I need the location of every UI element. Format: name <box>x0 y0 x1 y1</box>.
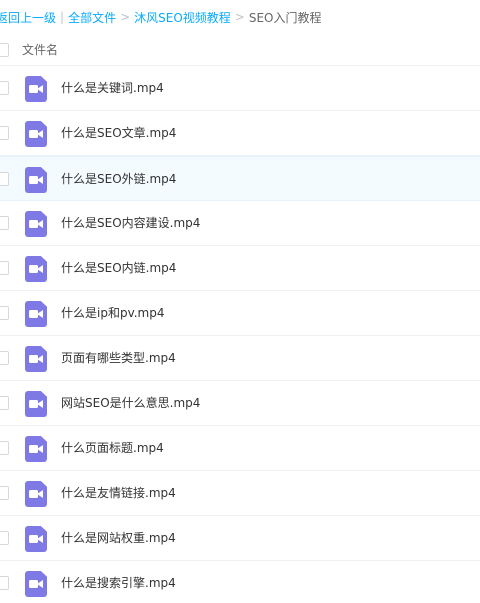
file-name[interactable]: 什么页面标题.mp4 <box>61 426 164 471</box>
select-all-checkbox[interactable] <box>0 42 9 57</box>
file-name[interactable]: 什么是SEO外链.mp4 <box>61 157 176 202</box>
file-name[interactable]: 什么是网站权重.mp4 <box>61 516 176 561</box>
file-row[interactable]: 什么是SEO内链.mp4 <box>0 246 480 291</box>
breadcrumb-divider: | <box>60 10 65 24</box>
file-row[interactable]: 什么是网站权重.mp4 <box>0 516 480 561</box>
video-file-icon <box>25 526 47 552</box>
file-name[interactable]: 什么是关键词.mp4 <box>61 66 164 111</box>
file-name[interactable]: 什么是SEO内容建设.mp4 <box>61 201 200 246</box>
filename-column-header[interactable]: 文件名 <box>22 41 58 58</box>
breadcrumb: 返回上一级 | 全部文件 > 沐风SEO视频教程 > SEO入门教程 <box>0 0 322 34</box>
file-checkbox[interactable] <box>0 216 9 230</box>
file-row[interactable]: 页面有哪些类型.mp4 <box>0 336 480 381</box>
file-row[interactable]: 什么是关键词.mp4 <box>0 66 480 111</box>
file-checkbox[interactable] <box>0 126 9 140</box>
breadcrumb-folder-link[interactable]: 沐风SEO视频教程 <box>134 9 231 26</box>
video-file-icon <box>25 256 47 282</box>
video-file-icon <box>25 346 47 372</box>
file-browser: 返回上一级 | 全部文件 > 沐风SEO视频教程 > SEO入门教程 文件名 什… <box>0 0 480 603</box>
breadcrumb-arrow: > <box>234 10 245 24</box>
file-checkbox[interactable] <box>0 351 9 365</box>
video-file-icon <box>25 481 47 507</box>
file-checkbox[interactable] <box>0 306 9 320</box>
video-file-icon <box>25 571 47 597</box>
file-row[interactable]: 什么是搜索引擎.mp4 <box>0 561 480 603</box>
file-list: 什么是关键词.mp4 什么是SEO文章.mp4 什么是SEO外链.mp4 什么是SEO… <box>0 66 480 603</box>
file-row[interactable]: 什么页面标题.mp4 <box>0 426 480 471</box>
file-name[interactable]: 什么是SEO内链.mp4 <box>61 246 176 291</box>
video-file-icon <box>25 301 47 327</box>
list-header: 文件名 <box>0 34 480 66</box>
file-checkbox[interactable] <box>0 486 9 500</box>
file-name[interactable]: 什么是友情链接.mp4 <box>61 471 176 516</box>
file-name[interactable]: 什么是SEO文章.mp4 <box>61 111 176 156</box>
file-name[interactable]: 什么是ip和pv.mp4 <box>61 291 165 336</box>
file-row[interactable]: 网站SEO是什么意思.mp4 <box>0 381 480 426</box>
video-file-icon <box>25 76 47 102</box>
breadcrumb-current: SEO入门教程 <box>248 10 322 25</box>
video-file-icon <box>25 436 47 462</box>
file-row[interactable]: 什么是SEO文章.mp4 <box>0 111 480 156</box>
video-file-icon <box>25 121 47 147</box>
file-row[interactable]: 什么是SEO内容建设.mp4 <box>0 201 480 246</box>
file-name[interactable]: 网站SEO是什么意思.mp4 <box>61 381 200 426</box>
video-file-icon <box>25 391 47 417</box>
file-name[interactable]: 页面有哪些类型.mp4 <box>61 336 176 381</box>
file-checkbox[interactable] <box>0 172 9 186</box>
file-row[interactable]: 什么是友情链接.mp4 <box>0 471 480 516</box>
file-checkbox[interactable] <box>0 441 9 455</box>
breadcrumb-back-link[interactable]: 返回上一级 <box>0 9 56 26</box>
file-name[interactable]: 什么是搜索引擎.mp4 <box>61 561 176 603</box>
file-checkbox[interactable] <box>0 531 9 545</box>
file-checkbox[interactable] <box>0 81 9 95</box>
file-checkbox[interactable] <box>0 261 9 275</box>
breadcrumb-all-files-link[interactable]: 全部文件 <box>68 9 116 26</box>
video-file-icon <box>25 211 47 237</box>
file-row[interactable]: 什么是ip和pv.mp4 <box>0 291 480 336</box>
breadcrumb-arrow: > <box>120 10 131 24</box>
file-row[interactable]: 什么是SEO外链.mp4 <box>0 156 480 201</box>
file-checkbox[interactable] <box>0 396 9 410</box>
video-file-icon <box>25 167 47 193</box>
file-checkbox[interactable] <box>0 576 9 590</box>
